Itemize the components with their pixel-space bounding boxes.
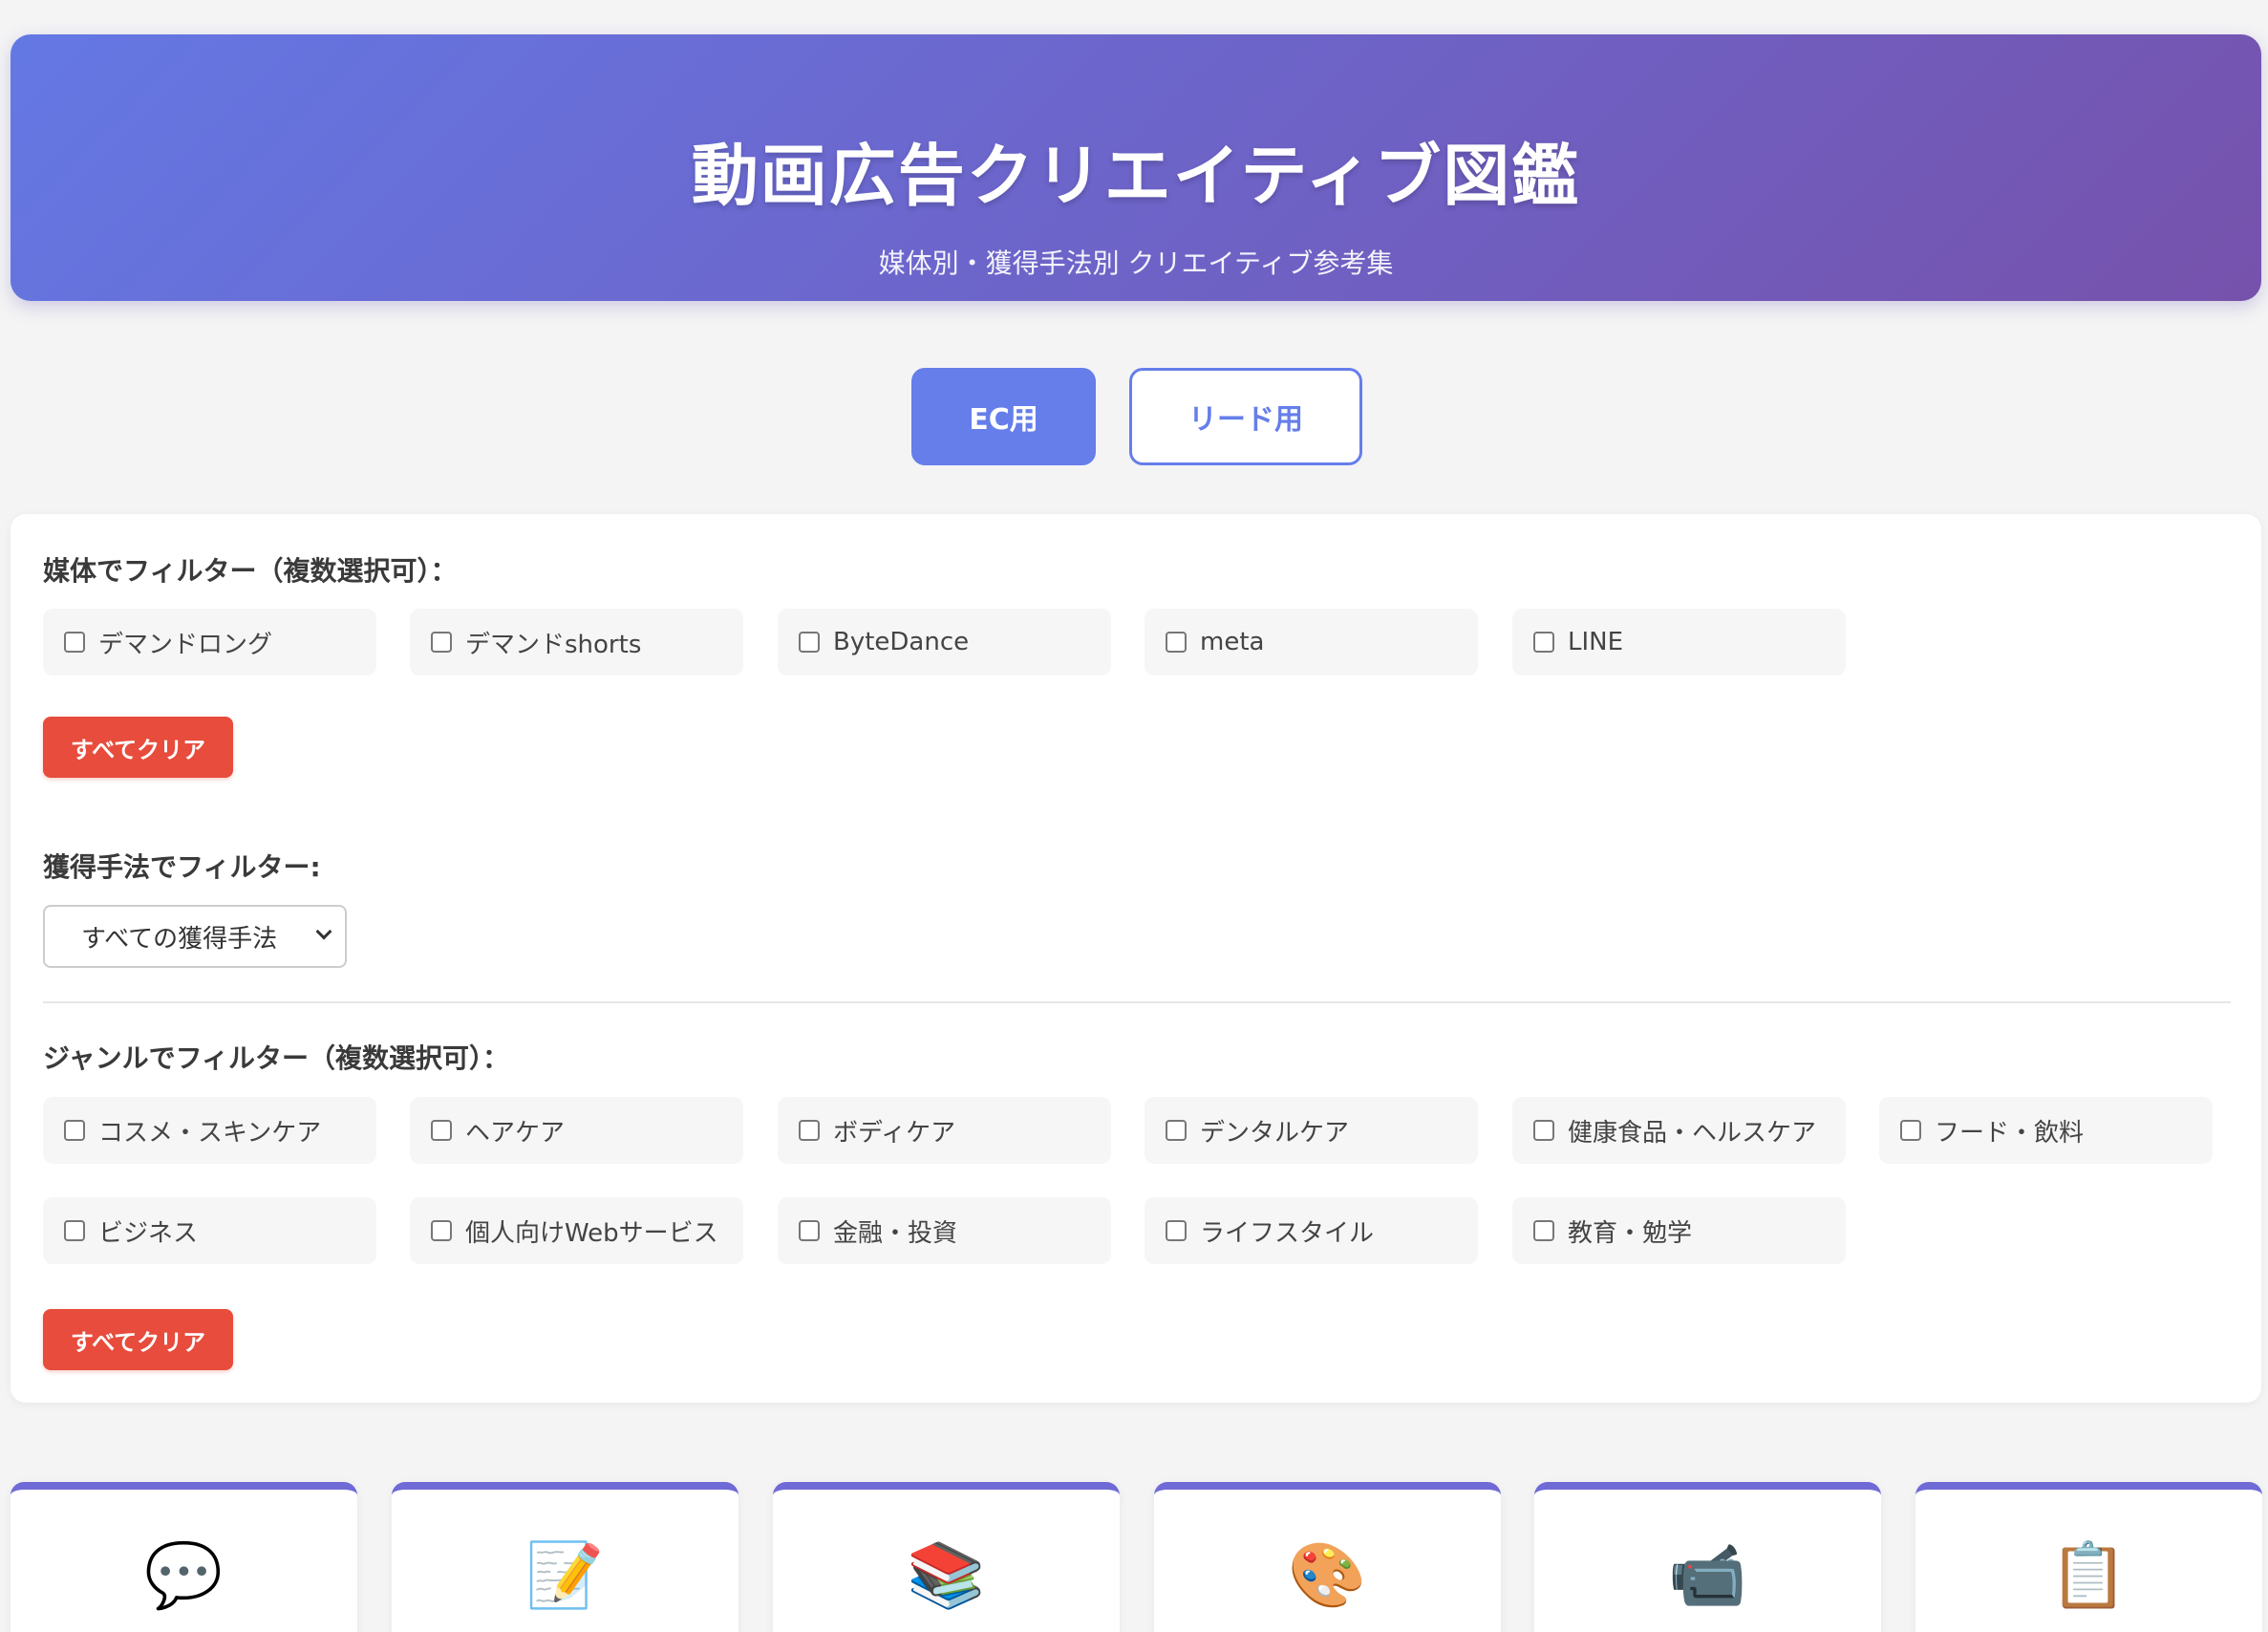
page-title: 動画広告クリエイティブ図鑑 xyxy=(691,137,1581,215)
media-checkbox-line[interactable]: LINE xyxy=(1512,609,1846,676)
checkbox-label: 個人向けWebサービス xyxy=(465,1218,718,1248)
filter-panel: 媒体でフィルター（複数選択可）： デマンドロング デマンドshorts Byte… xyxy=(11,514,2261,1403)
palette-icon: 🎨 xyxy=(1288,1538,1367,1612)
genre-checkbox-finance[interactable]: 金融・投資 xyxy=(778,1197,1111,1264)
checkbox-icon[interactable] xyxy=(1900,1120,1921,1141)
checkbox-label: デマンドロング xyxy=(98,630,273,659)
checkbox-icon[interactable] xyxy=(799,632,820,653)
memo-pencil-icon: 📝 xyxy=(525,1538,605,1612)
chevron-down-icon xyxy=(315,923,332,940)
checkbox-icon[interactable] xyxy=(431,632,452,653)
checkbox-label: meta xyxy=(1200,628,1265,656)
genre-checkbox-health[interactable]: 健康食品・ヘルスケア xyxy=(1512,1097,1846,1164)
checkbox-icon[interactable] xyxy=(431,1120,452,1141)
creative-card[interactable]: 📝 xyxy=(392,1482,738,1632)
checkbox-label: ライフスタイル xyxy=(1200,1218,1375,1248)
checkbox-icon[interactable] xyxy=(1533,1220,1554,1241)
media-checkbox-demand-long[interactable]: デマンドロング xyxy=(43,609,376,676)
checkbox-label: 教育・勉学 xyxy=(1568,1218,1693,1248)
genre-checkbox-food[interactable]: フード・飲料 xyxy=(1879,1097,2213,1164)
method-filter-label: 獲得手法でフィルター: xyxy=(43,851,321,883)
tab-ec[interactable]: EC用 xyxy=(911,368,1096,465)
method-select[interactable]: すべての獲得手法 xyxy=(43,905,347,968)
creative-card[interactable]: 📚 xyxy=(773,1482,1120,1632)
checkbox-label: ボディケア xyxy=(833,1118,956,1148)
checkbox-icon[interactable] xyxy=(431,1220,452,1241)
checkbox-label: フード・飲料 xyxy=(1935,1118,2085,1148)
genre-checkbox-lifestyle[interactable]: ライフスタイル xyxy=(1145,1197,1478,1264)
checkbox-icon[interactable] xyxy=(1166,1220,1187,1241)
method-select-value: すべての獲得手法 xyxy=(81,924,278,954)
checkbox-label: デマンドshorts xyxy=(465,630,642,659)
genre-checkbox-cosme[interactable]: コスメ・スキンケア xyxy=(43,1097,376,1164)
page: 動画広告クリエイティブ図鑑 媒体別・獲得手法別 クリエイティブ参考集 EC用 リ… xyxy=(0,0,2268,1632)
checkbox-icon[interactable] xyxy=(64,1120,85,1141)
creative-card[interactable]: 📋 xyxy=(1915,1482,2262,1632)
genre-checkbox-bodycare[interactable]: ボディケア xyxy=(778,1097,1111,1164)
checkbox-label: ヘアケア xyxy=(465,1118,566,1148)
checkbox-icon[interactable] xyxy=(1533,632,1554,653)
genre-checkbox-business[interactable]: ビジネス xyxy=(43,1197,376,1264)
checkbox-label: コスメ・スキンケア xyxy=(98,1118,322,1148)
media-checkbox-meta[interactable]: meta xyxy=(1145,609,1478,676)
divider xyxy=(43,1001,2231,1003)
checkbox-label: ビジネス xyxy=(98,1218,199,1248)
books-icon: 📚 xyxy=(907,1538,986,1612)
genre-filter-label: ジャンルでフィルター（複数選択可）： xyxy=(43,1042,510,1074)
checkbox-icon[interactable] xyxy=(799,1220,820,1241)
media-clear-button[interactable]: すべてクリア xyxy=(43,717,233,778)
genre-clear-button[interactable]: すべてクリア xyxy=(43,1309,233,1370)
speech-bubble-icon: 💬 xyxy=(144,1538,224,1612)
checkbox-label: 金融・投資 xyxy=(833,1218,958,1248)
page-subtitle: 媒体別・獲得手法別 クリエイティブ参考集 xyxy=(878,247,1394,279)
tab-lead[interactable]: リード用 xyxy=(1129,368,1362,465)
checkbox-label: ByteDance xyxy=(833,628,970,656)
media-checkbox-demand-shorts[interactable]: デマンドshorts xyxy=(410,609,743,676)
creative-card[interactable]: 💬 xyxy=(11,1482,357,1632)
media-checkbox-bytedance[interactable]: ByteDance xyxy=(778,609,1111,676)
genre-checkbox-dentalcare[interactable]: デンタルケア xyxy=(1145,1097,1478,1164)
header-banner: 動画広告クリエイティブ図鑑 媒体別・獲得手法別 クリエイティブ参考集 xyxy=(11,34,2261,301)
checkbox-icon[interactable] xyxy=(64,632,85,653)
checkbox-label: デンタルケア xyxy=(1200,1118,1350,1148)
checkbox-label: LINE xyxy=(1568,628,1624,656)
video-camera-icon: 📹 xyxy=(1668,1538,1747,1612)
checkbox-icon[interactable] xyxy=(64,1220,85,1241)
clipboard-icon: 📋 xyxy=(2049,1538,2129,1612)
checkbox-icon[interactable] xyxy=(1166,632,1187,653)
genre-checkbox-web-service[interactable]: 個人向けWebサービス xyxy=(410,1197,743,1264)
genre-checkbox-haircare[interactable]: ヘアケア xyxy=(410,1097,743,1164)
creative-card[interactable]: 🎨 xyxy=(1154,1482,1501,1632)
media-filter-label: 媒体でフィルター（複数選択可）： xyxy=(43,555,458,587)
genre-checkbox-education[interactable]: 教育・勉学 xyxy=(1512,1197,1846,1264)
checkbox-icon[interactable] xyxy=(799,1120,820,1141)
checkbox-icon[interactable] xyxy=(1166,1120,1187,1141)
creative-card[interactable]: 📹 xyxy=(1534,1482,1881,1632)
checkbox-label: 健康食品・ヘルスケア xyxy=(1568,1118,1817,1148)
checkbox-icon[interactable] xyxy=(1533,1120,1554,1141)
